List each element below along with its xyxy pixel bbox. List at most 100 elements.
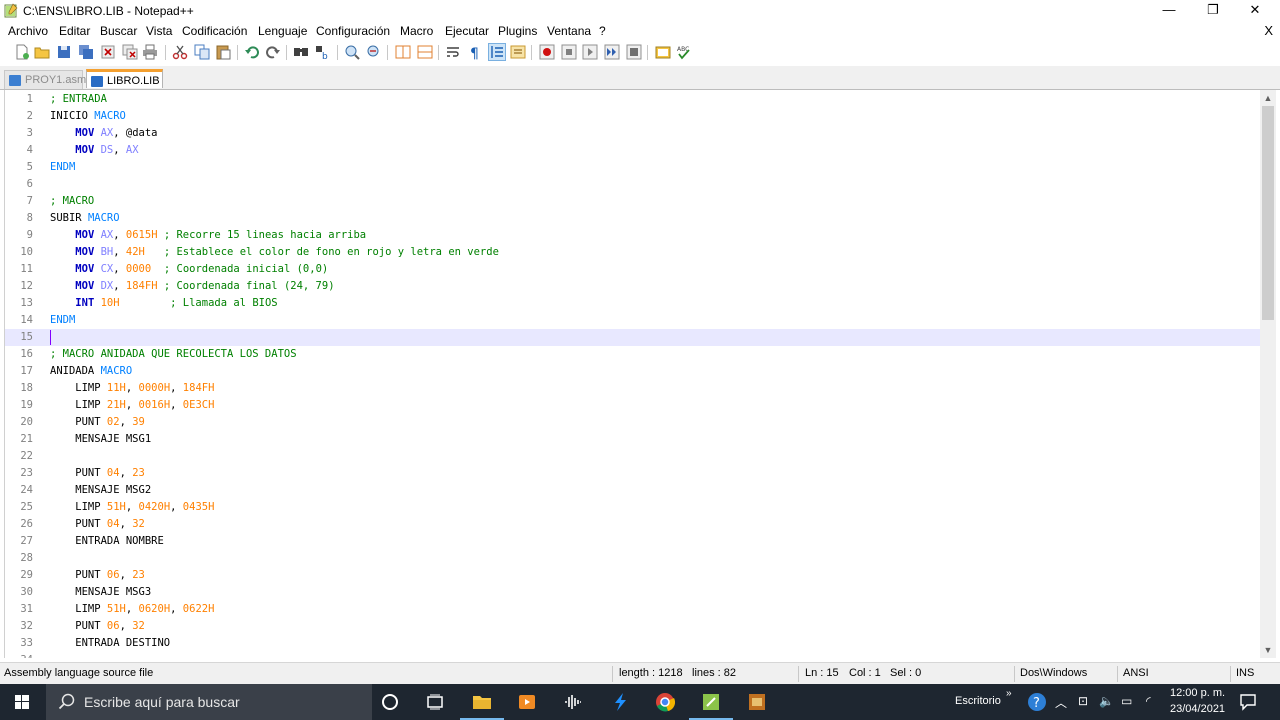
code-line[interactable]: 30 MENSAJE MSG3 (5, 584, 1261, 601)
code-line[interactable]: 10 MOV BH, 42H ; Establece el color de f… (5, 244, 1261, 261)
code-line[interactable]: 11 MOV CX, 0000 ; Coordenada inicial (0,… (5, 261, 1261, 278)
notepadpp-taskbar-icon[interactable] (701, 692, 721, 712)
menu-plugins[interactable]: Plugins (498, 24, 537, 38)
code-line[interactable]: 31 LIMP 51H, 0620H, 0622H (5, 601, 1261, 618)
code-line[interactable]: 23 PUNT 04, 23 (5, 465, 1261, 482)
code-line[interactable]: 17 ANIDADA MACRO (5, 363, 1261, 380)
word-wrap-icon[interactable] (445, 44, 461, 60)
menu-help[interactable]: ? (599, 24, 606, 38)
code-line[interactable]: 1 ; ENTRADA (5, 91, 1261, 108)
code-line[interactable]: 14 ENDM (5, 312, 1261, 329)
video-app-icon[interactable] (517, 692, 537, 712)
save-macro-icon[interactable] (626, 44, 642, 60)
scroll-up-arrow-icon[interactable]: ▲ (1260, 90, 1276, 106)
save-all-icon[interactable] (78, 44, 94, 60)
clock-time[interactable]: 12:00 p. m. (1170, 687, 1225, 699)
cut-icon[interactable] (172, 44, 188, 60)
code-line[interactable]: 20 PUNT 02, 39 (5, 414, 1261, 431)
code-line[interactable]: 34 (5, 652, 1261, 658)
code-line[interactable]: 5 ENDM (5, 159, 1261, 176)
save-icon[interactable] (56, 44, 72, 60)
menu-codificacion[interactable]: Codificación (182, 24, 247, 38)
network-icon[interactable]: ⊡ (1078, 694, 1088, 708)
code-line[interactable]: 28 (5, 550, 1261, 567)
redo-icon[interactable] (265, 44, 281, 60)
menu-ventana[interactable]: Ventana (547, 24, 591, 38)
close-all-icon[interactable] (122, 44, 138, 60)
code-line[interactable]: 7 ; MACRO (5, 193, 1261, 210)
copy-icon[interactable] (194, 44, 210, 60)
help-icon[interactable]: ? (1027, 692, 1047, 712)
code-line[interactable]: 9 MOV AX, 0615H ; Recorre 15 lineas haci… (5, 227, 1261, 244)
stop-macro-icon[interactable] (561, 44, 577, 60)
menu-vista[interactable]: Vista (146, 24, 172, 38)
menu-configuracion[interactable]: Configuración (316, 24, 390, 38)
open-file-icon[interactable] (34, 44, 50, 60)
play-macro-icon[interactable] (582, 44, 598, 60)
visual-studio-icon[interactable] (610, 692, 630, 712)
battery-icon[interactable]: ▭ (1121, 694, 1132, 708)
menu-editar[interactable]: Editar (59, 24, 90, 38)
code-line[interactable]: 32 PUNT 06, 32 (5, 618, 1261, 635)
code-line[interactable]: 25 LIMP 51H, 0420H, 0435H (5, 499, 1261, 516)
code-line[interactable]: 13 INT 10H ; Llamada al BIOS (5, 295, 1261, 312)
code-line[interactable]: 26 PUNT 04, 32 (5, 516, 1261, 533)
chrome-icon[interactable] (655, 692, 675, 712)
notifications-icon[interactable] (1238, 692, 1258, 712)
windows-start-icon[interactable] (0, 684, 44, 720)
current-code-line[interactable]: 15 (5, 329, 1261, 346)
code-editor[interactable]: 1; ENTRADA 2 INICIO MACRO 3 MOV AX, @data 4 … (4, 90, 1261, 658)
code-line[interactable]: 19 LIMP 21H, 0016H, 0E3CH (5, 397, 1261, 414)
menu-buscar[interactable]: Buscar (100, 24, 137, 38)
minimize-button[interactable]: — (1148, 0, 1190, 22)
audio-app-icon[interactable] (563, 692, 583, 712)
zoom-in-icon[interactable] (344, 44, 360, 60)
wifi-icon[interactable]: ◜ (1146, 694, 1151, 708)
code-line[interactable]: 29 PUNT 06, 23 (5, 567, 1261, 584)
code-line[interactable]: 3 MOV AX, @data (5, 125, 1261, 142)
code-line[interactable]: 6 (5, 176, 1261, 193)
close-window-button[interactable]: ✕ (1234, 0, 1276, 22)
code-line[interactable]: 33 ENTRADA DESTINO (5, 635, 1261, 652)
function-list-icon[interactable] (510, 44, 526, 60)
scroll-down-arrow-icon[interactable]: ▼ (1260, 642, 1276, 658)
menu-lenguaje[interactable]: Lenguaje (258, 24, 307, 38)
code-line[interactable]: 8 SUBIR MACRO (5, 210, 1261, 227)
code-line[interactable]: 12 MOV DX, 184FH ; Coordenada final (24,… (5, 278, 1261, 295)
taskbar-search-box[interactable]: Escribe aquí para buscar (46, 684, 372, 720)
desktop-chevron-icon[interactable]: » (1006, 688, 1012, 699)
scrollbar-thumb[interactable] (1262, 106, 1274, 320)
paste-icon[interactable] (215, 44, 231, 60)
code-line[interactable]: 16 ; MACRO ANIDADA QUE RECOLECTA LOS DATO… (5, 346, 1261, 363)
code-line[interactable]: 22 (5, 448, 1261, 465)
menu-ejecutar[interactable]: Ejecutar (445, 24, 489, 38)
indent-guide-icon[interactable] (488, 43, 506, 61)
undo-icon[interactable] (244, 44, 260, 60)
restore-button[interactable]: ❐ (1192, 0, 1234, 22)
close-file-icon[interactable] (100, 44, 116, 60)
cortana-icon[interactable] (380, 692, 400, 712)
menu-archivo[interactable]: Archivo (8, 24, 48, 38)
launch-browser-icon[interactable] (655, 44, 671, 60)
new-file-icon[interactable] (14, 44, 30, 60)
spell-check-icon[interactable]: ABC (676, 44, 692, 60)
close-document-button[interactable]: X (1264, 23, 1273, 38)
vertical-scrollbar[interactable]: ▲ ▼ (1260, 90, 1276, 658)
clock-date[interactable]: 23/04/2021 (1170, 703, 1225, 715)
desktop-label[interactable]: Escritorio (955, 695, 1001, 707)
volume-icon[interactable]: 🔈 (1099, 694, 1114, 708)
record-macro-icon[interactable] (539, 44, 555, 60)
dosbox-icon[interactable] (747, 692, 767, 712)
task-view-icon[interactable] (425, 692, 445, 712)
tab-proy1-asm[interactable]: PROY1.asm (4, 70, 86, 89)
replace-icon[interactable]: b (315, 44, 331, 60)
run-macro-multiple-icon[interactable] (604, 44, 620, 60)
find-icon[interactable] (293, 44, 309, 60)
sync-vertical-icon[interactable] (395, 44, 411, 60)
tray-chevron-up-icon[interactable]: ︿ (1055, 694, 1067, 711)
zoom-out-icon[interactable] (366, 44, 382, 60)
code-line[interactable]: 2 INICIO MACRO (5, 108, 1261, 125)
sync-horizontal-icon[interactable] (417, 44, 433, 60)
code-line[interactable]: 21 MENSAJE MSG1 (5, 431, 1261, 448)
file-explorer-icon[interactable] (472, 692, 492, 712)
